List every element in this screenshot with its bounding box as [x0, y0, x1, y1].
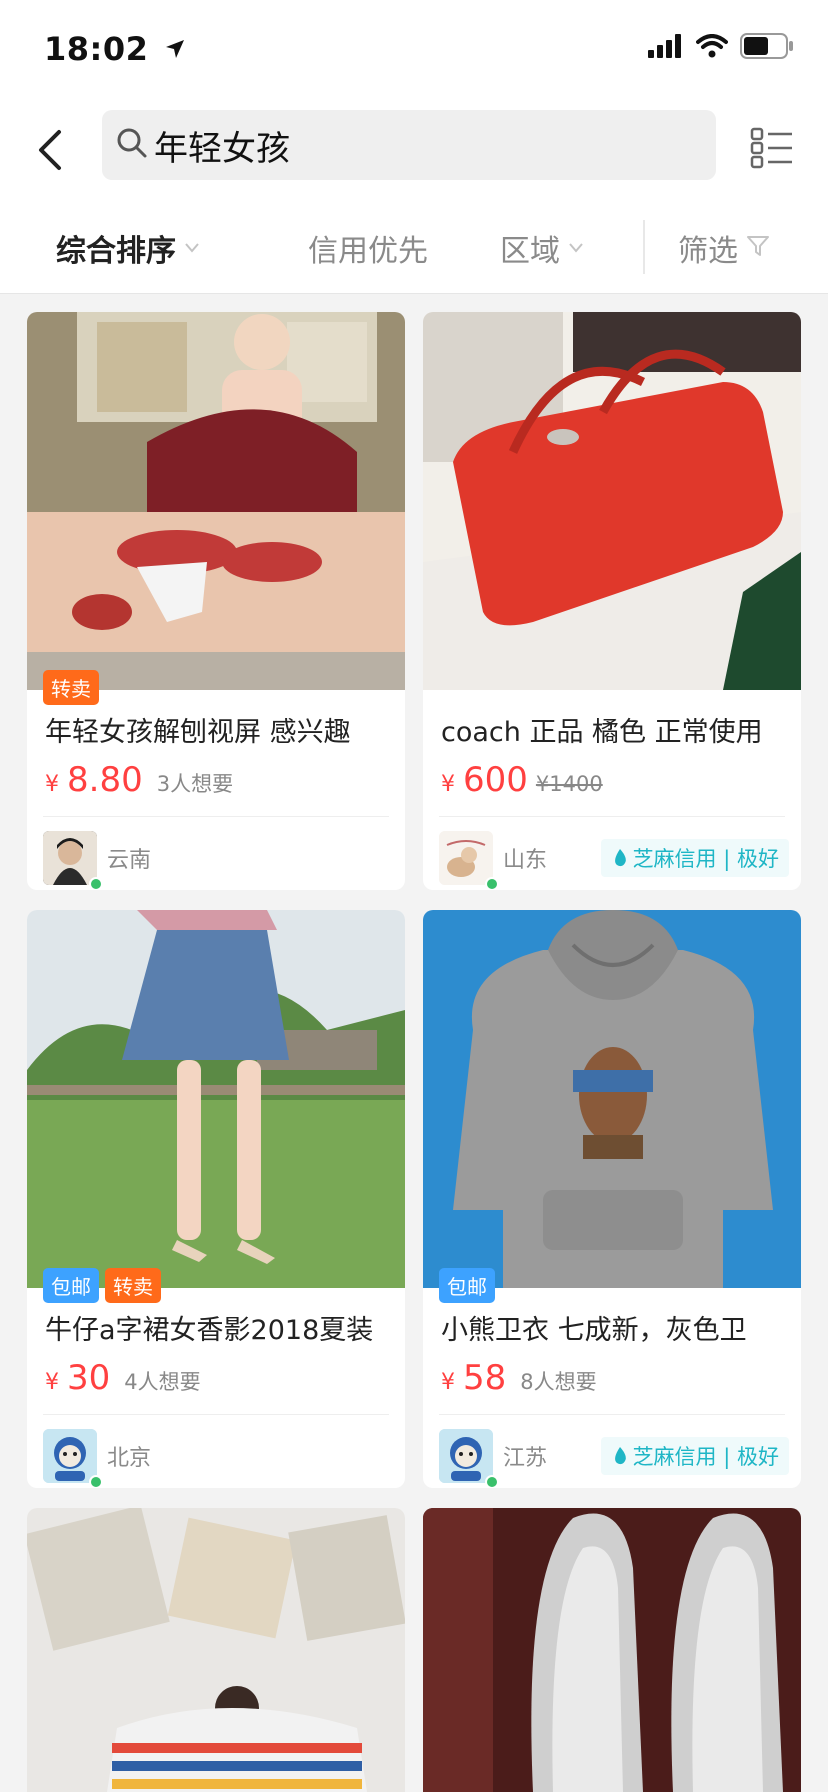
- filter-screen-label: 筛选: [678, 234, 738, 269]
- avatar[interactable]: [43, 831, 103, 890]
- search-input[interactable]: 年轻女孩: [102, 110, 716, 180]
- divider: [43, 1414, 389, 1415]
- location-arrow-icon: [164, 30, 186, 68]
- avatar[interactable]: [439, 831, 499, 890]
- seller-row[interactable]: 北京: [43, 1428, 393, 1488]
- currency-symbol: ¥: [45, 1370, 59, 1395]
- seller-region: 云南: [107, 848, 152, 873]
- chevron-down-icon: [568, 238, 584, 259]
- divider: [43, 816, 389, 817]
- product-title: 牛仔a字裙女香影2018夏装: [45, 1315, 374, 1346]
- signal-icon: [648, 34, 684, 62]
- currency-symbol: ¥: [441, 1370, 455, 1395]
- price-row: ¥ 8.80 3人想要: [45, 760, 233, 800]
- divider: [439, 1414, 785, 1415]
- status-icons: [648, 33, 794, 63]
- sesame-credit-icon: [614, 1447, 626, 1465]
- filter-credit-label: 信用优先: [308, 234, 428, 269]
- product-card[interactable]: [423, 1508, 801, 1792]
- seller-row[interactable]: 江苏 芝麻信用 | 极好: [439, 1428, 789, 1488]
- product-image-hoodie[interactable]: [423, 910, 801, 1288]
- seller-region: 江苏: [503, 1446, 548, 1471]
- online-indicator: [89, 1475, 103, 1488]
- product-title: 小熊卫衣 七成新，灰色卫: [441, 1315, 747, 1346]
- list-view-toggle[interactable]: [750, 126, 794, 170]
- product-image-shoes[interactable]: [423, 1508, 801, 1792]
- seller-region: 北京: [107, 1446, 152, 1471]
- free-shipping-badge: 包邮: [439, 1268, 495, 1303]
- product-title: coach 正品 橘色 正常使用: [441, 717, 763, 748]
- wifi-icon: [696, 34, 728, 62]
- online-indicator: [89, 877, 103, 890]
- filter-bar: 综合排序 信用优先 区域 筛选: [0, 200, 828, 294]
- product-image-medical[interactable]: [27, 312, 405, 690]
- product-card[interactable]: 包邮 转卖 牛仔a字裙女香影2018夏装 ¥ 30 4人想要 北京: [27, 910, 405, 1488]
- product-card[interactable]: 转卖 年轻女孩解刨视屏 感兴趣 ¥ 8.80 3人想要 云南: [27, 312, 405, 890]
- product-image-denim-skirt[interactable]: [27, 910, 405, 1288]
- back-button[interactable]: [30, 122, 70, 178]
- chevron-down-icon: [184, 238, 200, 259]
- seller-row[interactable]: 山东 芝麻信用 | 极好: [439, 830, 789, 890]
- price-row: ¥ 58 8人想要: [441, 1358, 597, 1398]
- badges: 包邮: [439, 1268, 495, 1303]
- search-icon: [116, 127, 148, 163]
- price-row: ¥ 30 4人想要: [45, 1358, 201, 1398]
- filter-credit-priority[interactable]: 信用优先: [308, 226, 428, 270]
- filter-divider: [643, 220, 645, 274]
- product-image-handbag[interactable]: [423, 312, 801, 690]
- want-count: 4人想要: [124, 1370, 201, 1394]
- status-bar: 18:02: [0, 0, 828, 100]
- back-arrow-icon: [39, 130, 61, 170]
- avatar[interactable]: [43, 1429, 103, 1488]
- filter-screen[interactable]: 筛选: [678, 226, 770, 270]
- price: 600: [463, 760, 528, 800]
- price: 58: [463, 1358, 507, 1398]
- seller-row[interactable]: 云南: [43, 830, 393, 890]
- currency-symbol: ¥: [441, 772, 455, 797]
- product-card[interactable]: 包邮 小熊卫衣 七成新，灰色卫 ¥ 58 8人想要 江苏 芝麻信用 | 极好: [423, 910, 801, 1488]
- funnel-icon: [746, 231, 770, 266]
- want-count: 8人想要: [520, 1370, 597, 1394]
- product-title: 年轻女孩解刨视屏 感兴趣: [45, 717, 351, 748]
- product-card[interactable]: coach 正品 橘色 正常使用 ¥ 600 ¥1400 山东 芝麻信用 | 极…: [423, 312, 801, 890]
- list-view-icon: [750, 127, 792, 169]
- free-shipping-badge: 包邮: [43, 1268, 99, 1303]
- credit-badge: 芝麻信用 | 极好: [600, 839, 789, 877]
- filter-sort[interactable]: 综合排序: [56, 226, 200, 270]
- search-header: 年轻女孩: [0, 100, 828, 200]
- badges: 包邮 转卖: [43, 1268, 161, 1303]
- want-count: 3人想要: [156, 772, 234, 796]
- online-indicator: [485, 1475, 499, 1488]
- resale-badge: 转卖: [105, 1268, 161, 1303]
- status-time: 18:02: [44, 30, 186, 68]
- seller-region: 山东: [503, 848, 548, 873]
- product-image-striped-sweater[interactable]: [27, 1508, 405, 1792]
- credit-badge: 芝麻信用 | 极好: [600, 1437, 789, 1475]
- online-indicator: [485, 877, 499, 890]
- sesame-credit-icon: [614, 849, 626, 867]
- clock-text: 18:02: [44, 30, 149, 68]
- price: 8.80: [67, 760, 143, 800]
- filter-region-label: 区域: [500, 234, 560, 269]
- credit-text: 芝麻信用 | 极好: [632, 847, 779, 871]
- price-row: ¥ 600 ¥1400: [441, 760, 603, 800]
- product-card[interactable]: [27, 1508, 405, 1792]
- search-query: 年轻女孩: [154, 128, 290, 169]
- battery-icon: [740, 33, 794, 63]
- original-price: ¥1400: [535, 772, 603, 796]
- price: 30: [67, 1358, 111, 1398]
- currency-symbol: ¥: [45, 772, 59, 797]
- credit-text: 芝麻信用 | 极好: [632, 1445, 779, 1469]
- badges: 转卖: [43, 670, 99, 705]
- filter-sort-label: 综合排序: [56, 234, 176, 269]
- filter-region[interactable]: 区域: [500, 226, 584, 270]
- resale-badge: 转卖: [43, 670, 99, 705]
- avatar[interactable]: [439, 1429, 499, 1488]
- divider: [439, 816, 785, 817]
